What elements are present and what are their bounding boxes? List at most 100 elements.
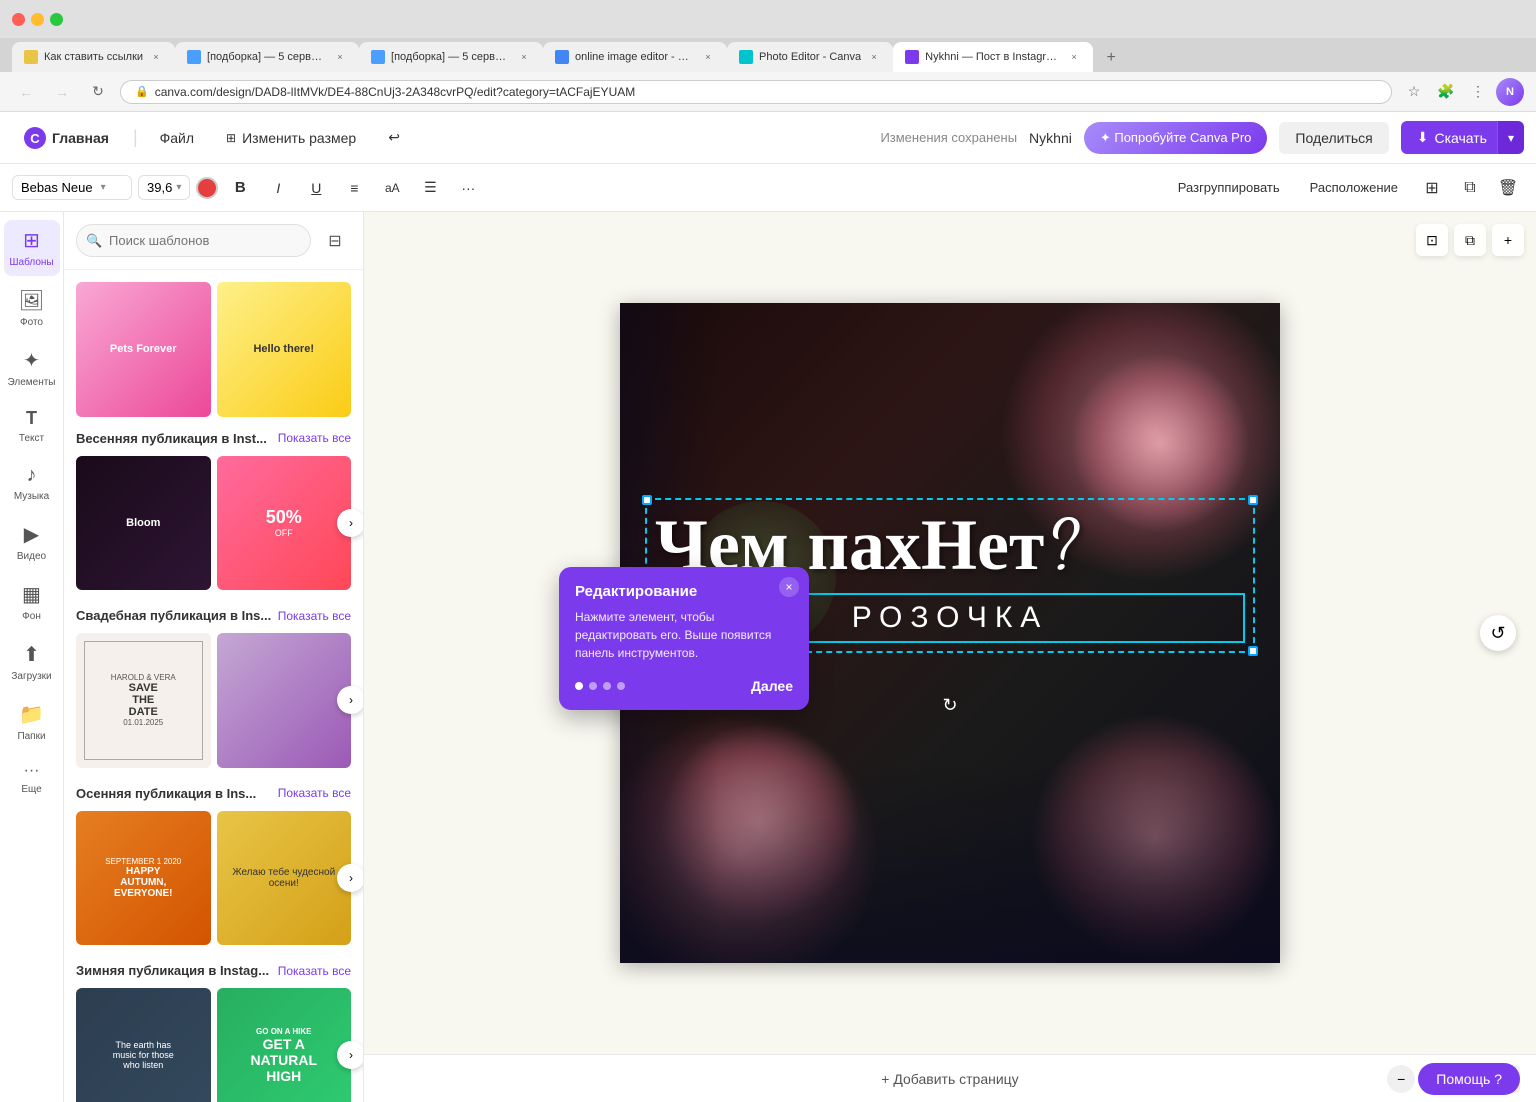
sidebar-item-elements[interactable]: ✦ Элементы xyxy=(4,340,60,396)
help-button[interactable]: Помощь ? xyxy=(1418,1063,1520,1095)
sidebar-item-uploads[interactable]: ⬆ Загрузки xyxy=(4,634,60,690)
resize-menu[interactable]: ⊞ Изменить размер xyxy=(216,124,366,152)
underline-button[interactable]: U xyxy=(300,172,332,204)
filter-button[interactable]: ⊟ xyxy=(319,225,351,257)
sidebar-item-video[interactable]: ▶ Видео xyxy=(4,514,60,570)
handle-br[interactable] xyxy=(1248,646,1258,656)
sidebar-item-more[interactable]: ··· Еще xyxy=(4,754,60,803)
spring-next-button[interactable]: › xyxy=(337,509,363,537)
tab-close-6[interactable]: × xyxy=(1067,50,1081,64)
browser-window: Как ставить ссылки × [подборка] — 5 серв… xyxy=(0,0,1536,1102)
back-button[interactable]: ← xyxy=(12,78,40,106)
template-autumn1[interactable]: SEPTEMBER 1 2020 HAPPY AUTUMN, EVERYONE! xyxy=(76,811,211,946)
template-wedding2[interactable] xyxy=(217,633,352,768)
tab-close-1[interactable]: × xyxy=(149,50,163,64)
add-page-button[interactable]: + Добавить страницу xyxy=(881,1071,1018,1087)
file-menu[interactable]: Файл xyxy=(150,124,204,152)
tab-close-3[interactable]: × xyxy=(517,50,531,64)
format-toolbar: Bebas Neue ▾ 39,6 ▾ B I U ≡ aA ☰ ··· xyxy=(0,164,1536,212)
template-winter2[interactable]: GO ON A HIKE GET A NATURAL HIGH xyxy=(217,988,352,1102)
ungroup-button[interactable]: Разгруппировать xyxy=(1166,174,1292,201)
font-selector[interactable]: Bebas Neue ▾ xyxy=(12,175,132,200)
tab-close-4[interactable]: × xyxy=(701,50,715,64)
undo-button[interactable]: ↩ xyxy=(378,123,410,152)
template-savedate[interactable]: HAROLD & VERA SAVE THE DATE 01.01.2025 xyxy=(76,633,211,768)
align-button[interactable]: ≡ xyxy=(338,172,370,204)
settings-icon[interactable]: ⋮ xyxy=(1464,78,1492,106)
sidebar-item-background[interactable]: ▦ Фон xyxy=(4,574,60,630)
bookmark-icon[interactable]: ☆ xyxy=(1400,78,1428,106)
download-button[interactable]: ⬇ Скачать xyxy=(1401,121,1503,154)
sidebar-item-folders[interactable]: 📁 Папки xyxy=(4,694,60,750)
handle-tr[interactable] xyxy=(1248,495,1258,505)
close-button[interactable] xyxy=(12,13,25,26)
user-avatar[interactable]: N xyxy=(1496,78,1524,106)
nav-icons: ☆ 🧩 ⋮ N xyxy=(1400,78,1524,106)
list-button[interactable]: ☰ xyxy=(414,172,446,204)
sidebar-item-text[interactable]: T Текст xyxy=(4,400,60,452)
bold-button[interactable]: B xyxy=(224,172,256,204)
font-dropdown-icon: ▾ xyxy=(101,182,106,193)
show-all-autumn[interactable]: Показать все xyxy=(278,786,351,800)
tab-close-5[interactable]: × xyxy=(867,50,881,64)
tooltip-next-button[interactable]: Далее xyxy=(751,678,793,694)
wedding-next-button[interactable]: › xyxy=(337,686,363,714)
frame-button[interactable]: ⊡ xyxy=(1416,224,1448,256)
rotate-handle[interactable]: ↻ xyxy=(938,693,962,717)
sidebar-item-photos[interactable]: 🖼 Фото xyxy=(4,280,60,336)
case-button[interactable]: aA xyxy=(376,172,408,204)
tab-close-2[interactable]: × xyxy=(333,50,347,64)
new-tab-button[interactable]: + xyxy=(1097,44,1125,72)
share-button[interactable]: Поделиться xyxy=(1279,122,1388,154)
address-bar[interactable]: 🔒 canva.com/design/DAD8-lItMVk/DE4-88CnU… xyxy=(120,80,1392,104)
tab-2[interactable]: [подборка] — 5 сервисов дл... × xyxy=(175,42,359,72)
template-thumb-pets[interactable]: Pets Forever xyxy=(76,282,211,417)
copy-style-button[interactable]: ⧉ xyxy=(1454,172,1486,204)
show-all-wedding[interactable]: Показать все xyxy=(278,609,351,623)
template-bloom[interactable]: Bloom xyxy=(76,456,211,591)
sidebar-item-templates[interactable]: ⊞ Шаблоны xyxy=(4,220,60,276)
grid-view-button[interactable]: ⊞ xyxy=(1416,172,1448,204)
show-all-spring[interactable]: Показать все xyxy=(278,431,351,445)
font-size-selector[interactable]: 39,6 ▾ xyxy=(138,175,190,200)
italic-button[interactable]: I xyxy=(262,172,294,204)
tab-5[interactable]: Photo Editor - Canva × xyxy=(727,42,893,72)
show-all-winter[interactable]: Показать все xyxy=(278,964,351,978)
minimize-button[interactable] xyxy=(31,13,44,26)
tab-3[interactable]: [подборка] — 5 сервисов д... × xyxy=(359,42,543,72)
search-input[interactable] xyxy=(76,224,311,257)
autumn-next-button[interactable]: › xyxy=(337,864,363,892)
music-icon: ♪ xyxy=(27,464,37,487)
search-icon: 🔍 xyxy=(86,233,102,249)
forward-button[interactable]: → xyxy=(48,78,76,106)
maximize-button[interactable] xyxy=(50,13,63,26)
home-button[interactable]: C Главная xyxy=(12,119,121,157)
handle-tl[interactable] xyxy=(642,495,652,505)
trash-button[interactable]: 🗑 xyxy=(1492,172,1524,204)
zoom-out-button[interactable]: − xyxy=(1387,1065,1415,1093)
more-options-button[interactable]: ··· xyxy=(452,172,484,204)
template-autumn2[interactable]: Желаю тебе чудесной осени! xyxy=(217,811,352,946)
template-thumb-hello[interactable]: Hello there! xyxy=(217,282,352,417)
add-canvas-button[interactable]: + xyxy=(1492,224,1524,256)
canvas-workspace[interactable]: ⊡ ⧉ + xyxy=(364,212,1536,1054)
refresh-suggestions-button[interactable]: ↺ xyxy=(1480,615,1516,651)
template-winter1[interactable]: The earth has music for those who listen xyxy=(76,988,211,1102)
duplicate-canvas-button[interactable]: ⧉ xyxy=(1454,224,1486,256)
tab-1[interactable]: Как ставить ссылки × xyxy=(12,42,175,72)
arrange-button[interactable]: Расположение xyxy=(1298,174,1410,201)
tab-favicon-3 xyxy=(371,50,385,64)
sidebar-item-music[interactable]: ♪ Музыка xyxy=(4,456,60,510)
template-50off[interactable]: 50% OFF xyxy=(217,456,352,591)
tooltip-body: Нажмите элемент, чтобы редактировать его… xyxy=(575,608,793,662)
refresh-button[interactable]: ↻ xyxy=(84,78,112,106)
color-picker[interactable] xyxy=(196,177,218,199)
winter-next-button[interactable]: › xyxy=(337,1041,363,1069)
tooltip-close-button[interactable]: × xyxy=(779,577,799,597)
download-dropdown[interactable]: ▾ xyxy=(1497,121,1524,154)
try-pro-button[interactable]: ✦ Попробуйте Canva Pro xyxy=(1084,122,1268,154)
extensions-icon[interactable]: 🧩 xyxy=(1432,78,1460,106)
tab-4[interactable]: online image editor - Поиск в... × xyxy=(543,42,727,72)
tab-6[interactable]: Nykhni — Пост в Instagram × xyxy=(893,42,1093,72)
section-autumn-header: Осенняя публикация в Ins... Показать все xyxy=(64,780,363,807)
